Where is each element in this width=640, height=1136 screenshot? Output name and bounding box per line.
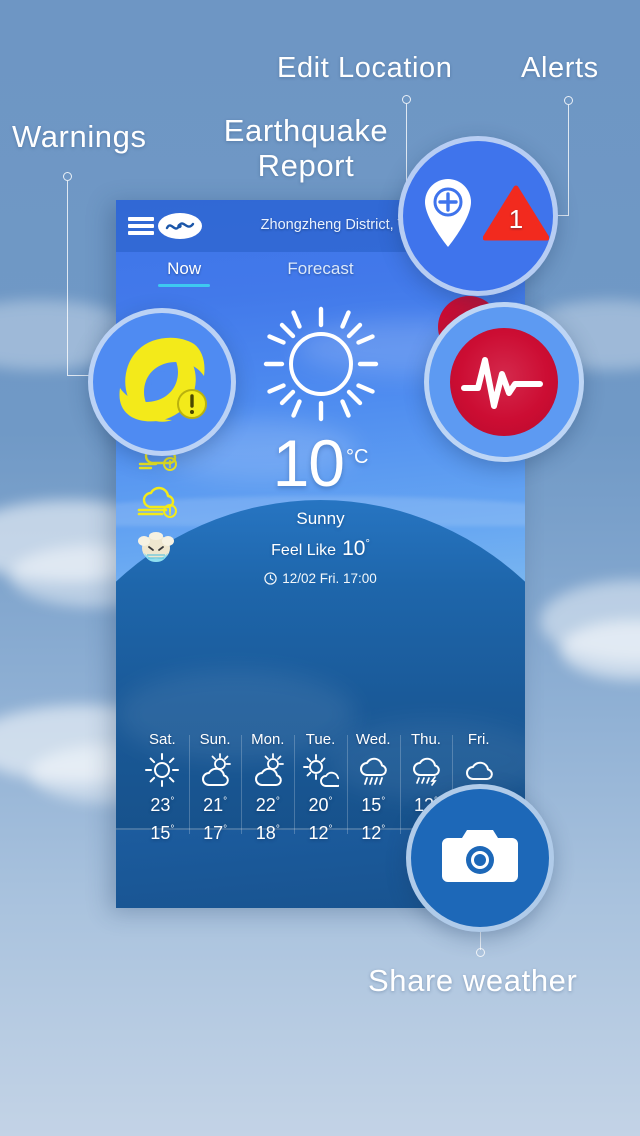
forecast-day-label: Sun.	[199, 731, 231, 748]
forecast-low-value: 18	[255, 823, 276, 843]
forecast-high-value: 20	[308, 795, 329, 815]
forecast-low: 12°	[361, 823, 386, 843]
forecast-low-value: 12	[308, 823, 329, 843]
sunny-icon	[136, 751, 189, 789]
temperature-unit: °C	[345, 446, 369, 468]
screen-reflection: CWB 15 17 18 12 12 10 23 21 22 20 15 12 …	[116, 908, 525, 1136]
forecast-low-value: 17	[203, 823, 224, 843]
clock-icon	[264, 572, 277, 585]
forecast-day-label: Wed.	[355, 731, 391, 748]
rain-icon	[347, 751, 400, 789]
leader-line-alerts	[568, 105, 569, 215]
cwb-wave-logo-icon	[158, 213, 202, 239]
tab-forecast[interactable]: Forecast	[252, 259, 388, 285]
annotation-alerts: Alerts	[521, 52, 599, 84]
forecast-high: 22°	[255, 795, 280, 815]
forecast-high: 20°	[308, 795, 333, 815]
forecast-day-label: Fri.	[467, 731, 490, 748]
magnifier-warnings	[88, 308, 236, 456]
alert-badge-count: 1	[508, 204, 524, 235]
forecast-low-value: 15	[150, 823, 171, 843]
weather-condition: Sunny	[296, 508, 345, 528]
leader-dot-warnings	[63, 172, 72, 181]
feels-like-label: Feel Like	[271, 541, 337, 559]
forecast-low: 18°	[255, 823, 280, 843]
annotation-earthquake-report: Earthquake Report	[223, 113, 389, 183]
forecast-high-value: 15	[361, 795, 382, 815]
sunny-cloud-icon	[294, 751, 347, 789]
forecast-day-label: Sat.	[149, 731, 176, 748]
forecast-day-2[interactable]: Mon. 22° 18°	[241, 731, 294, 844]
temperature-value: 10	[272, 426, 345, 500]
feels-like-row: Feel Like 10°	[116, 537, 525, 561]
forecast-low-value: 12	[361, 823, 382, 843]
forecast-day-label: Tue.	[305, 731, 336, 748]
forecast-low: 12°	[308, 823, 333, 843]
forecast-low: 17°	[203, 823, 228, 843]
tab-now[interactable]: Now	[116, 259, 252, 285]
magnifier-edit-location: 1	[398, 136, 558, 296]
observation-timestamp: 12/02 Fri. 17:00	[116, 571, 525, 586]
hamburger-menu-icon[interactable]	[128, 217, 154, 235]
partly-sunny-icon	[189, 751, 242, 789]
annotation-edit-location: Edit Location	[277, 52, 453, 84]
forecast-day-0[interactable]: Sat. 23° 15°	[136, 731, 189, 844]
forecast-day-3[interactable]: Tue. 20° 12°	[294, 731, 347, 844]
map-pin-plus-icon[interactable]	[417, 175, 479, 256]
forecast-high: 23°	[150, 795, 175, 815]
magnifier-earthquake	[424, 302, 584, 462]
leader-dot-alerts	[564, 96, 573, 105]
forecast-high-value: 22	[255, 795, 276, 815]
forecast-day-label: Thu.	[410, 731, 441, 748]
forecast-low: 15°	[150, 823, 175, 843]
forecast-high-value: 21	[203, 795, 224, 815]
forecast-high: 21°	[203, 795, 228, 815]
annotation-warnings: Warnings	[12, 119, 147, 154]
feels-like-value: 10	[342, 536, 366, 560]
forecast-high: 15°	[361, 795, 386, 815]
alert-triangle-icon[interactable]: 1	[482, 184, 550, 247]
timestamp-text: 12/02 Fri. 17:00	[282, 570, 377, 586]
forecast-day-label: Mon.	[251, 731, 285, 748]
leader-dot-edit-location	[402, 95, 411, 104]
feels-like-unit: °	[365, 537, 370, 550]
camera-icon[interactable]	[441, 824, 519, 893]
shower-icon	[400, 751, 453, 789]
partly-sunny-icon	[241, 751, 294, 789]
forecast-high-value: 23	[150, 795, 171, 815]
forecast-day-4[interactable]: Wed. 15° 12°	[346, 731, 400, 844]
seismograph-icon[interactable]	[450, 328, 558, 436]
forecast-day-1[interactable]: Sun. 21° 17°	[188, 731, 242, 844]
leader-line-warnings	[67, 181, 68, 375]
typhoon-warning-icon[interactable]	[108, 328, 216, 437]
